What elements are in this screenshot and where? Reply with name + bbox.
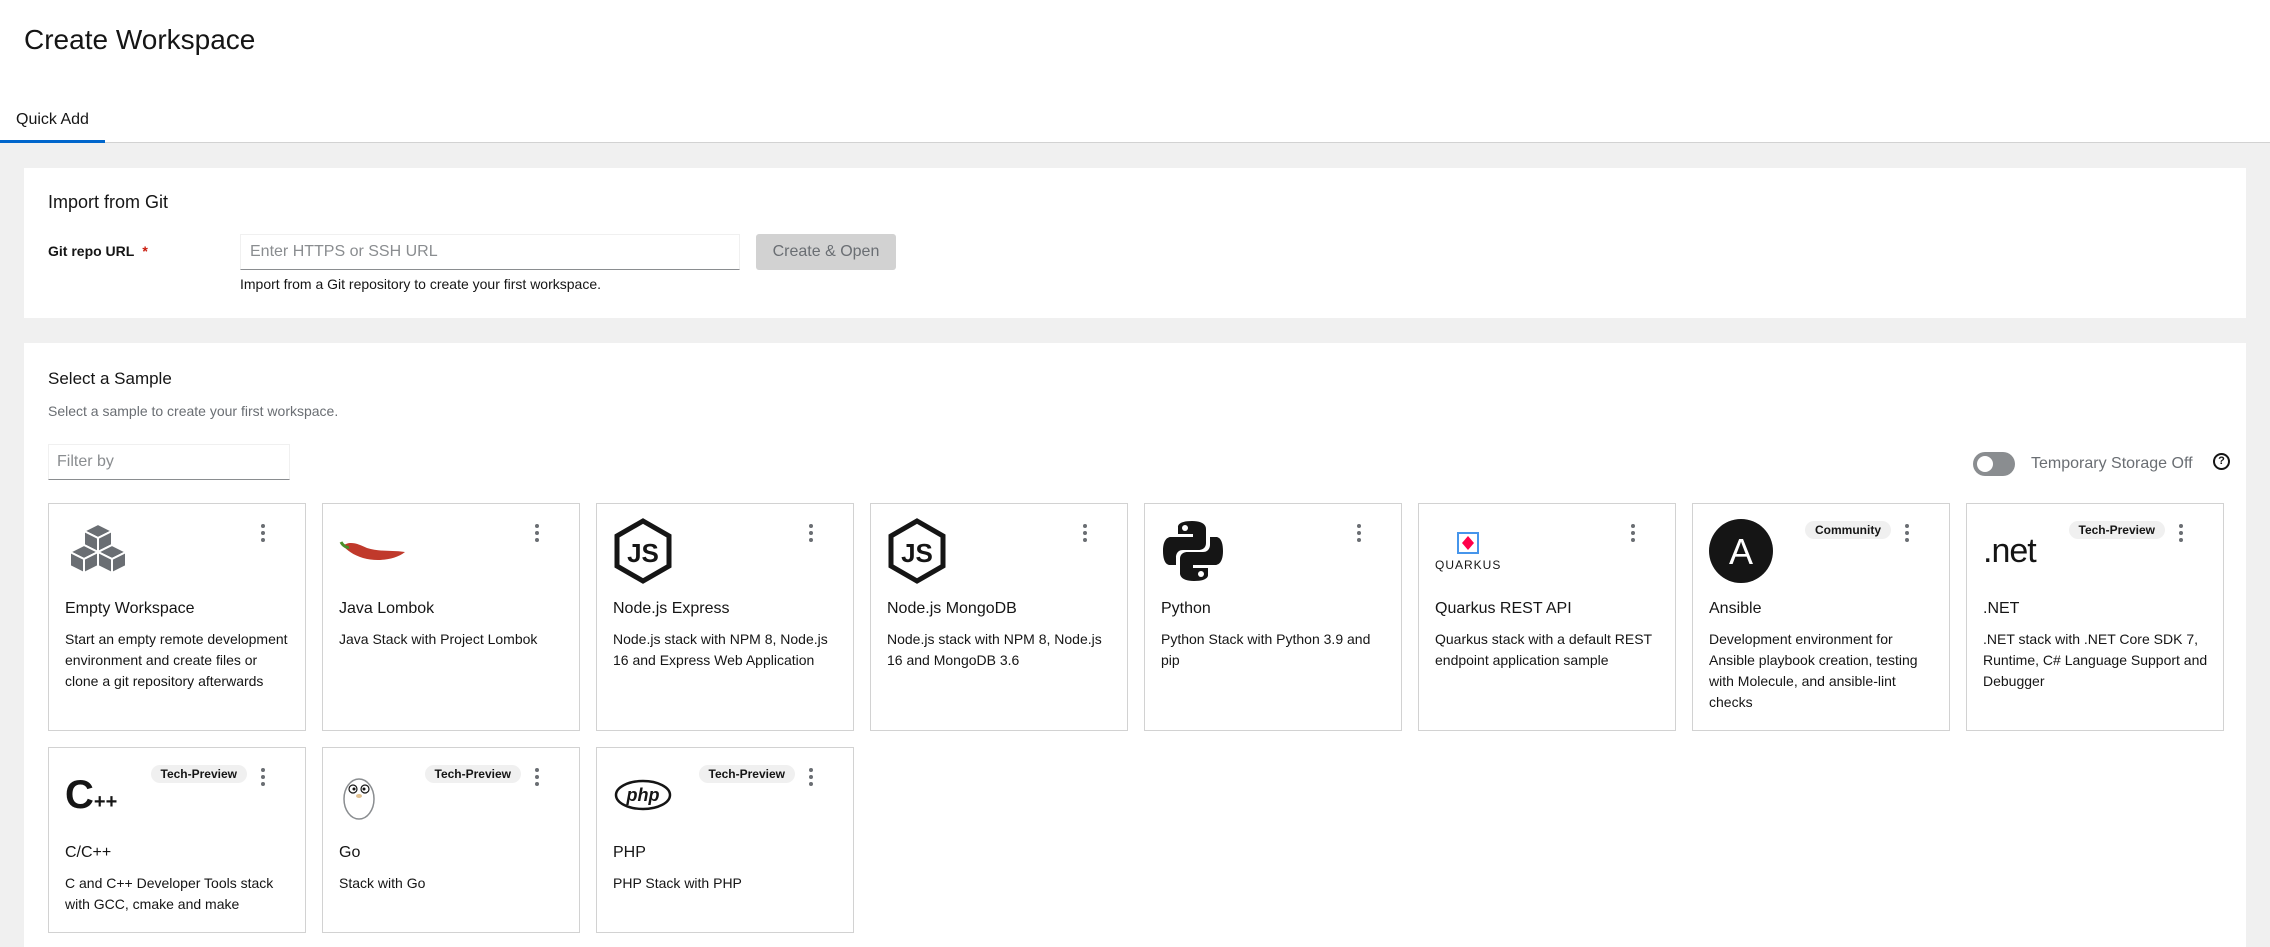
card-badge: Community — [1805, 521, 1891, 539]
card-description: Start an empty remote development enviro… — [65, 631, 288, 689]
card-title: Go — [339, 844, 361, 861]
card-title: C/C++ — [65, 844, 112, 861]
card-title: Node.js MongoDB — [887, 600, 1017, 617]
sample-card[interactable]: JS Node.js MongoDB Node.js stack with NPM … — [870, 503, 1128, 731]
card-description: Node.js stack with NPM 8, Node.js 16 and… — [613, 631, 828, 668]
card-description: Python Stack with Python 3.9 and pip — [1161, 631, 1371, 668]
page-header: Create Workspace Quick Add — [0, 0, 2270, 143]
sample-card[interactable]: A Community Ansible Development environment… — [1692, 503, 1950, 731]
php-icon: php — [613, 762, 679, 828]
dotnet-icon: .net — [1983, 531, 2037, 570]
svg-text:JS: JS — [901, 538, 933, 568]
kebab-menu-icon[interactable] — [533, 766, 541, 788]
kebab-menu-icon[interactable] — [259, 766, 267, 788]
kebab-menu-icon[interactable] — [1903, 522, 1911, 544]
section-subtitle: Select a sample to create your first wor… — [48, 403, 339, 419]
card-title: Node.js Express — [613, 600, 730, 617]
gopher-icon — [339, 762, 405, 828]
card-description: Quarkus stack with a default REST endpoi… — [1435, 631, 1652, 668]
git-repo-url-label: Git repo URL * — [48, 243, 148, 259]
cubes-icon — [65, 518, 131, 584]
chili-pepper-icon — [339, 518, 405, 584]
temporary-storage-toggle[interactable] — [1973, 452, 2015, 476]
create-and-open-button[interactable]: Create & Open — [756, 234, 896, 270]
card-description: C and C++ Developer Tools stack with GCC… — [65, 875, 274, 912]
sample-card[interactable]: Empty Workspace Start an empty remote dev… — [48, 503, 306, 731]
git-repo-url-input[interactable] — [240, 234, 740, 270]
card-title: .NET — [1983, 600, 2020, 617]
card-title: PHP — [613, 844, 646, 861]
card-description: Development environment for Ansible play… — [1709, 631, 1918, 710]
card-title: Python — [1161, 600, 1211, 617]
sample-card[interactable]: php Tech-Preview PHP PHP Stack with PHP — [596, 747, 854, 933]
card-description: Java Stack with Project Lombok — [339, 631, 538, 647]
help-icon[interactable]: ? — [2213, 453, 2230, 470]
git-helper-text: Import from a Git repository to create y… — [240, 276, 602, 292]
section-title: Import from Git — [48, 192, 169, 212]
svg-text:JS: JS — [627, 538, 659, 568]
page-title: Create Workspace — [24, 24, 256, 55]
card-badge: Tech-Preview — [2068, 521, 2165, 539]
ansible-icon: A — [1709, 518, 1775, 584]
nodejs-icon: JS — [613, 518, 679, 584]
kebab-menu-icon[interactable] — [533, 522, 541, 544]
sample-card[interactable]: JS Node.js Express Node.js stack with NPM … — [596, 503, 854, 731]
kebab-menu-icon[interactable] — [807, 766, 815, 788]
card-title: Empty Workspace — [65, 600, 195, 617]
card-badge: Tech-Preview — [424, 765, 521, 783]
temporary-storage-label: Temporary Storage Off — [2031, 455, 2193, 472]
kebab-menu-icon[interactable] — [2177, 522, 2185, 544]
card-badge: Tech-Preview — [150, 765, 247, 783]
card-title: Quarkus REST API — [1435, 600, 1572, 617]
nodejs-icon: JS — [887, 518, 953, 584]
kebab-menu-icon[interactable] — [259, 522, 267, 544]
card-description: .NET stack with .NET Core SDK 7, Runtime… — [1983, 631, 2208, 689]
card-description: PHP Stack with PHP — [613, 875, 742, 891]
toggle-knob — [1977, 456, 1993, 472]
card-title: Java Lombok — [339, 600, 435, 617]
card-description: Stack with Go — [339, 875, 426, 891]
sample-card[interactable]: Python Python Stack with Python 3.9 and p… — [1144, 503, 1402, 731]
cpp-icon: C++ — [65, 772, 118, 817]
sample-card[interactable]: .net Tech-Preview .NET .NET stack with .NET… — [1966, 503, 2224, 731]
sample-card[interactable]: Java Lombok Java Stack with Project Lombo… — [322, 503, 580, 731]
card-title: Ansible — [1709, 600, 1762, 617]
filter-input[interactable] — [48, 444, 290, 480]
kebab-menu-icon[interactable] — [807, 522, 815, 544]
import-from-git-section: Import from Git Git repo URL* Create & O… — [24, 168, 2246, 318]
svg-text:php: php — [626, 785, 660, 805]
tab-quick-add[interactable]: Quick Add — [0, 103, 105, 143]
sample-card[interactable]: C++ Tech-Preview C/C++ C and C++ Developer … — [48, 747, 306, 933]
kebab-menu-icon[interactable] — [1081, 522, 1089, 544]
quarkus-icon: QUARKUS — [1435, 518, 1501, 584]
card-description: Node.js stack with NPM 8, Node.js 16 and… — [887, 631, 1102, 668]
kebab-menu-icon[interactable] — [1629, 522, 1637, 544]
kebab-menu-icon[interactable] — [1355, 522, 1363, 544]
sample-card[interactable]: QUARKUS Quarkus REST API Quarkus stack wit… — [1418, 503, 1676, 731]
select-sample-section: Select a Sample Select a sample to creat… — [24, 343, 2246, 947]
section-title: Select a Sample — [48, 369, 172, 388]
python-icon — [1161, 518, 1227, 584]
card-badge: Tech-Preview — [698, 765, 795, 783]
sample-card[interactable]: Tech-Preview Go Stack with Go — [322, 747, 580, 933]
svg-text:A: A — [1729, 531, 1753, 572]
